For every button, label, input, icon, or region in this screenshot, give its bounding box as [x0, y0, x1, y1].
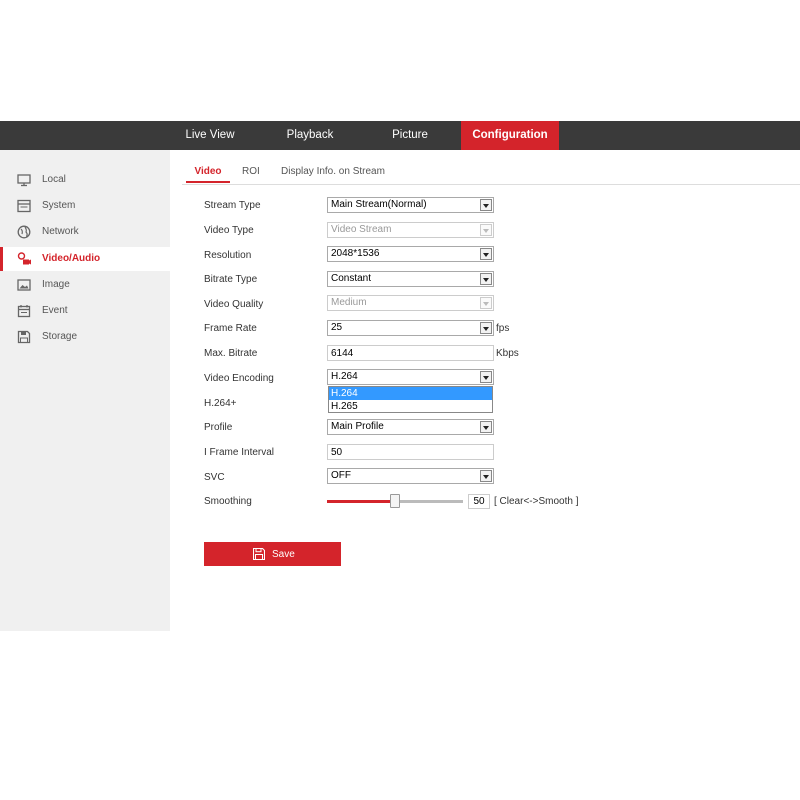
max-bitrate-unit: Kbps [496, 348, 519, 359]
sidebar-item-label: Event [42, 305, 68, 316]
video-type-select: Video Stream [327, 222, 494, 238]
smoothing-label: Smoothing [204, 496, 252, 507]
smoothing-value-box[interactable]: 50 [468, 494, 490, 509]
resolution-value: 2048*1536 [331, 248, 380, 259]
svc-label: SVC [204, 472, 225, 483]
chevron-down-icon [480, 224, 492, 236]
resolution-label: Resolution [204, 250, 252, 261]
resolution-select[interactable]: 2048*1536 [327, 246, 494, 262]
smoothing-range-label: [ Clear<->Smooth ] [494, 496, 579, 507]
video-encoding-dropdown-list: H.264 H.265 [328, 386, 493, 413]
bitrate-type-select[interactable]: Constant [327, 271, 494, 287]
stream-type-label: Stream Type [204, 200, 261, 211]
svc-value: OFF [331, 470, 351, 481]
frame-rate-select[interactable]: 25 [327, 320, 494, 336]
stream-type-value: Main Stream(Normal) [331, 199, 427, 210]
bitrate-type-value: Constant [331, 273, 372, 284]
sidebar-item-storage[interactable]: Storage [0, 325, 170, 349]
profile-label: Profile [204, 422, 233, 433]
chevron-down-icon [480, 297, 492, 309]
frame-rate-label: Frame Rate [204, 323, 257, 334]
image-icon [17, 279, 31, 291]
sidebar-item-label: Storage [42, 331, 78, 342]
system-icon [17, 199, 31, 213]
sidebar-item-system[interactable]: System [0, 194, 170, 218]
tab-display-info-on-stream[interactable]: Display Info. on Stream [281, 161, 385, 183]
smoothing-slider-handle[interactable] [390, 494, 400, 508]
sidebar-item-label: Video/Audio [42, 253, 101, 264]
i-frame-interval-input[interactable] [327, 444, 494, 460]
nav-picture[interactable]: Picture [370, 121, 450, 150]
video-encoding-value: H.264 [331, 371, 358, 382]
chevron-down-icon [480, 421, 492, 433]
floppy-disk-icon [253, 548, 265, 560]
smoothing-slider-fill [327, 500, 395, 503]
top-nav-bar: Live View Playback Picture Configuration [0, 121, 800, 150]
video-audio-icon [17, 252, 31, 265]
event-icon [17, 305, 31, 318]
storage-icon [17, 330, 31, 344]
globe-icon [17, 225, 31, 239]
sidebar-item-local[interactable]: Local [0, 168, 170, 192]
chevron-down-icon [480, 322, 492, 334]
nav-configuration[interactable]: Configuration [461, 121, 559, 150]
chevron-down-icon [480, 273, 492, 285]
profile-value: Main Profile [331, 421, 384, 432]
sidebar: Local System Network Video/Audio Image E… [0, 150, 170, 631]
save-button[interactable]: Save [204, 542, 341, 566]
sidebar-item-video-audio[interactable]: Video/Audio [0, 247, 170, 271]
video-quality-value: Medium [331, 297, 367, 308]
chevron-down-icon [480, 199, 492, 211]
frame-rate-unit: fps [496, 323, 510, 334]
nav-live-view[interactable]: Live View [170, 121, 250, 150]
tab-video[interactable]: Video [186, 161, 230, 183]
tab-roi[interactable]: ROI [242, 161, 260, 183]
sidebar-item-label: Local [42, 174, 66, 185]
svc-select[interactable]: OFF [327, 468, 494, 484]
sidebar-item-label: Image [42, 279, 70, 290]
sidebar-item-event[interactable]: Event [0, 299, 170, 323]
h264-plus-label: H.264+ [204, 398, 237, 409]
video-type-label: Video Type [204, 225, 254, 236]
stream-type-select[interactable]: Main Stream(Normal) [327, 197, 494, 213]
sidebar-item-image[interactable]: Image [0, 273, 170, 297]
video-encoding-option-h265[interactable]: H.265 [329, 400, 492, 413]
max-bitrate-label: Max. Bitrate [204, 348, 258, 359]
i-frame-interval-label: I Frame Interval [204, 447, 275, 458]
video-type-value: Video Stream [331, 224, 392, 235]
video-encoding-label: Video Encoding [204, 373, 274, 384]
video-encoding-option-h264[interactable]: H.264 [329, 387, 492, 400]
bitrate-type-label: Bitrate Type [204, 274, 258, 285]
video-encoding-select[interactable]: H.264 [327, 369, 494, 385]
save-button-label: Save [272, 549, 295, 560]
sidebar-item-label: System [42, 200, 76, 211]
chevron-down-icon [480, 248, 492, 260]
chevron-down-icon [480, 371, 492, 383]
monitor-icon [17, 174, 31, 187]
tab-divider [182, 184, 800, 185]
max-bitrate-input[interactable] [327, 345, 494, 361]
sidebar-item-network[interactable]: Network [0, 220, 170, 244]
video-quality-label: Video Quality [204, 299, 264, 310]
nav-playback[interactable]: Playback [270, 121, 350, 150]
profile-select[interactable]: Main Profile [327, 419, 494, 435]
chevron-down-icon [480, 470, 492, 482]
frame-rate-value: 25 [331, 322, 343, 333]
sidebar-item-label: Network [42, 226, 79, 237]
video-quality-select: Medium [327, 295, 494, 311]
